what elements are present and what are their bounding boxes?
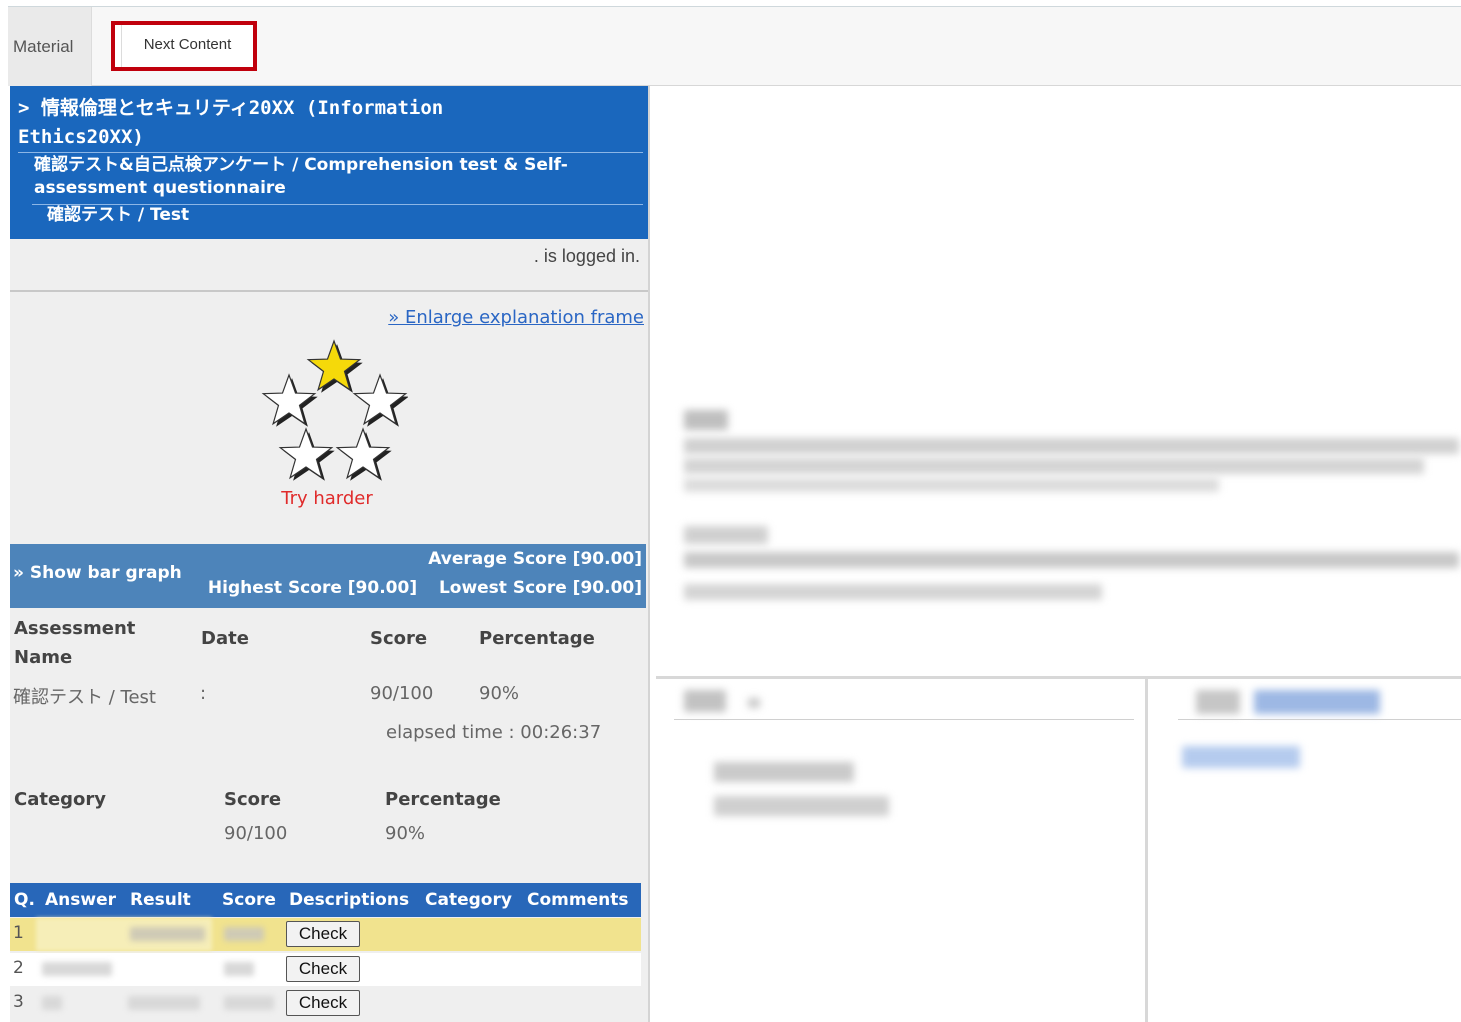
score-redacted (224, 927, 264, 941)
average-score: Average Score [90.00] (428, 549, 642, 569)
category-percentage: 90% (385, 823, 426, 844)
header-comments: Comments (527, 890, 629, 910)
list-item-redacted (714, 762, 854, 782)
tab-next-content-highlight: Next Content (111, 21, 257, 71)
assessment-score: 90/100 (370, 683, 434, 704)
category-score: 90/100 (224, 823, 288, 844)
highest-lowest-score: Highest Score [90.00] Lowest Score [90.0… (208, 578, 642, 598)
login-status: . is logged in. (533, 246, 640, 266)
tab-material[interactable]: Material (8, 7, 92, 86)
header-percentage: Percentage (479, 628, 595, 649)
table-row: 1 Check (10, 918, 641, 951)
header-score: Score (222, 890, 276, 910)
header-q: Q. (14, 890, 35, 910)
header-date: Date (201, 628, 249, 649)
question-table-header: Q. Answer Result Score Descriptions Cate… (10, 883, 641, 917)
explanation-heading-redacted (684, 410, 728, 430)
frame-divider (656, 676, 1461, 679)
rating-message: Try harder (281, 488, 373, 509)
answer-redacted (42, 996, 62, 1010)
divider (10, 290, 648, 292)
table-row: 2 Check (10, 953, 641, 986)
header-answer: Answer (45, 890, 116, 910)
tab-next-content[interactable]: Next Content (121, 25, 253, 67)
breadcrumb-divider (18, 152, 643, 153)
highest-score: Highest Score [90.00] (207, 578, 418, 598)
check-button[interactable]: Check (286, 956, 360, 982)
header-category-percentage: Percentage (385, 789, 501, 810)
header-descriptions: Descriptions (289, 890, 410, 910)
show-bar-graph-link[interactable]: » Show bar graph (13, 563, 182, 583)
score-redacted (224, 996, 274, 1010)
explanation-text-redacted (684, 478, 1219, 492)
sub-heading-redacted (684, 690, 726, 712)
explanation-text-redacted (684, 552, 1459, 568)
score-redacted (224, 962, 254, 976)
header-category-score: Score (224, 789, 282, 810)
link-redacted[interactable] (1254, 690, 1380, 714)
star-rating (261, 339, 408, 481)
sub-heading-redacted (1196, 690, 1240, 714)
check-button[interactable]: Check (286, 921, 360, 947)
divider (1178, 719, 1461, 720)
header-category: Category (425, 890, 512, 910)
score-summary-bar: » Show bar graph Average Score [90.00] H… (10, 544, 646, 608)
question-number: 1 (13, 923, 24, 943)
result-redacted (128, 996, 200, 1010)
breadcrumb-unit[interactable]: 確認テスト&自己点検アンケート / Comprehension test & S… (34, 154, 634, 200)
answer-redacted (42, 962, 112, 976)
header-category: Category (14, 789, 107, 810)
divider (674, 719, 1134, 720)
assessment-date: : (200, 683, 207, 704)
explanation-text-redacted (684, 458, 1424, 474)
header-assessment-name: Assessment Name (14, 618, 136, 668)
breadcrumb: > 情報倫理とセキュリティ20XX (Information Ethics20X… (10, 86, 648, 239)
assessment-percentage: 90% (479, 683, 520, 704)
explanation-frame (652, 86, 1461, 1022)
breadcrumb-item[interactable]: 確認テスト / Test (47, 204, 189, 227)
breadcrumb-course[interactable]: > 情報倫理とセキュリティ20XX (Information Ethics20X… (18, 94, 578, 152)
result-panel: > 情報倫理とセキュリティ20XX (Information Ethics20X… (10, 86, 650, 1022)
lowest-score: Lowest Score [90.00] (438, 578, 642, 598)
explanation-heading-redacted (684, 526, 768, 544)
explanation-text-redacted (684, 438, 1459, 454)
table-row: 3 Check (10, 987, 641, 1020)
explanation-text-redacted (684, 584, 1102, 600)
link-redacted[interactable] (1182, 746, 1300, 768)
frame-divider (1145, 679, 1148, 1022)
list-item-redacted (714, 796, 889, 816)
header-score: Score (370, 628, 428, 649)
check-button[interactable]: Check (286, 990, 360, 1016)
sub-heading-redacted (748, 698, 760, 708)
enlarge-explanation-link[interactable]: » Enlarge explanation frame (388, 307, 644, 328)
assessment-name: 確認テスト / Test (13, 687, 156, 708)
header-result: Result (130, 890, 191, 910)
top-tab-bar: Material Next Content (8, 6, 1461, 86)
result-redacted (130, 927, 205, 941)
elapsed-time: elapsed time : 00:26:37 (386, 722, 602, 743)
question-number: 2 (13, 958, 24, 978)
question-number: 3 (13, 992, 24, 1012)
